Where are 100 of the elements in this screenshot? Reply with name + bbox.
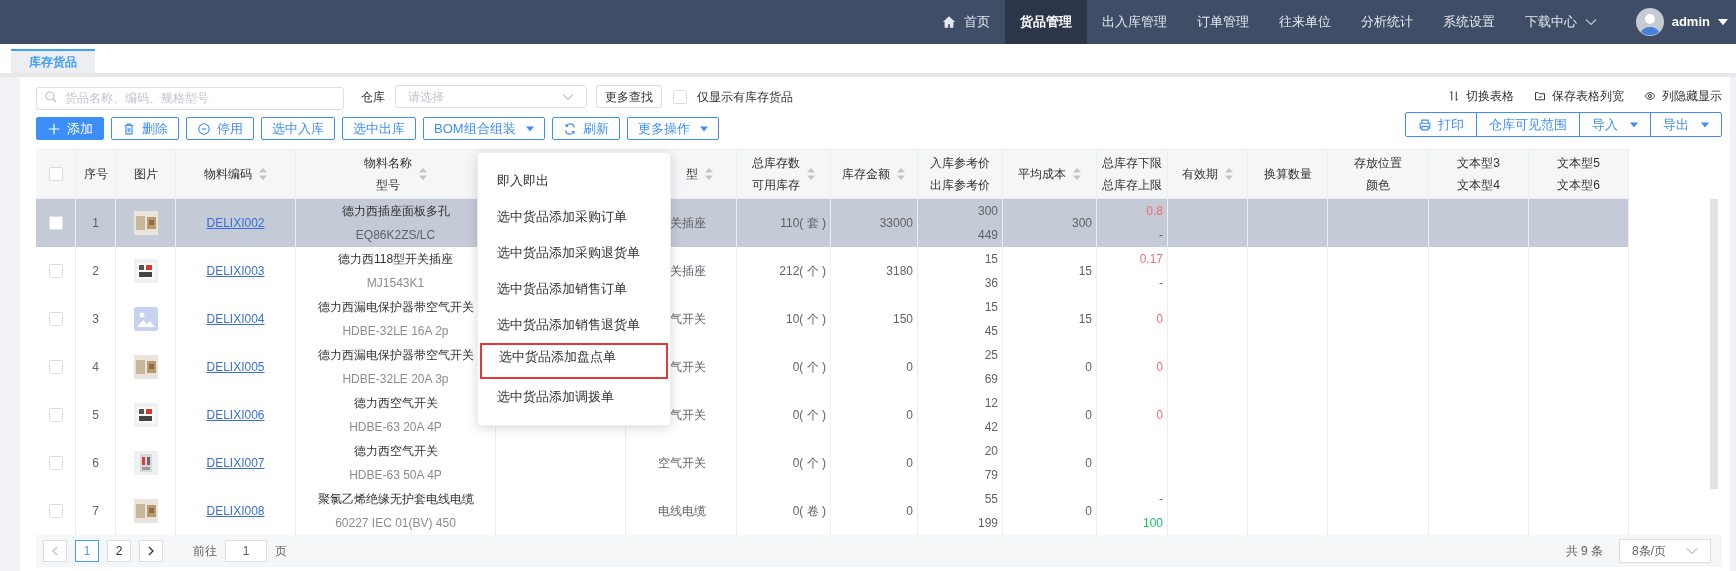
nav-item[interactable]: 出入库管理 bbox=[1086, 0, 1182, 44]
outbound-price: 449 bbox=[977, 227, 998, 244]
model-number: HDBE-32LE 20A 3p bbox=[342, 371, 449, 388]
toolbar-button[interactable]: 更多操作 bbox=[626, 117, 719, 140]
search-icon bbox=[45, 91, 57, 103]
sort-icon bbox=[257, 167, 268, 181]
material-code-link[interactable]: DELIXI004 bbox=[206, 307, 265, 331]
stock-lower-limit: - bbox=[1159, 491, 1163, 508]
more-search-button[interactable]: 更多查找 bbox=[596, 85, 662, 108]
checkbox[interactable] bbox=[48, 456, 63, 470]
toolbar-button[interactable]: 删除 bbox=[111, 117, 179, 140]
checkbox[interactable] bbox=[673, 89, 687, 104]
type-text: 电线电缆 bbox=[658, 503, 706, 520]
caret-down-icon bbox=[1718, 18, 1728, 26]
column-header: 换算数量 bbox=[1263, 166, 1312, 183]
view-link[interactable]: 列隐藏显示 bbox=[1644, 87, 1722, 105]
stock-upper-limit: - bbox=[1159, 275, 1163, 292]
group-button[interactable]: 导入 bbox=[1579, 113, 1650, 136]
menu-item[interactable]: 选中货品添加销售退货单 bbox=[480, 307, 668, 343]
column-header: 型 bbox=[686, 166, 698, 183]
average-cost: 0 bbox=[1085, 455, 1092, 472]
type-text: 关插座 bbox=[670, 263, 706, 280]
sort-icon bbox=[896, 167, 906, 181]
stock-quantity: 0( 卷 ) bbox=[792, 503, 826, 520]
page-input[interactable]: 1 bbox=[225, 540, 267, 562]
avatar-icon[interactable] bbox=[1635, 8, 1664, 36]
checkbox[interactable] bbox=[48, 264, 63, 278]
inbound-price: 15 bbox=[984, 251, 998, 268]
menu-item[interactable]: 即入即出 bbox=[480, 163, 668, 199]
group-button[interactable]: 仓库可见范围 bbox=[1476, 113, 1579, 136]
group-button[interactable]: 导出 bbox=[1650, 113, 1721, 136]
material-code-link[interactable]: DELIXI008 bbox=[206, 499, 265, 523]
menu-item[interactable]: 选中货品添加采购订单 bbox=[480, 199, 668, 235]
menu-item[interactable]: 选中货品添加调拨单 bbox=[480, 379, 668, 415]
material-code-link[interactable]: DELIXI003 bbox=[206, 259, 265, 283]
page-size-select[interactable]: 8条/页 bbox=[1619, 539, 1711, 563]
chevron-right-icon bbox=[147, 546, 155, 556]
checkbox[interactable] bbox=[48, 167, 63, 181]
page-number[interactable]: 2 bbox=[107, 540, 131, 562]
stock-upper-limit: - bbox=[1159, 227, 1163, 244]
menu-item[interactable]: 选中货品添加盘点单 bbox=[480, 343, 668, 379]
model-number: MJ1543K1 bbox=[366, 275, 425, 292]
home-icon bbox=[941, 15, 956, 29]
stock-amount: 0 bbox=[906, 359, 913, 376]
material-code-link[interactable]: DELIXI007 bbox=[206, 451, 265, 475]
user-name[interactable]: admin bbox=[1671, 12, 1710, 32]
model-number: HDBE-32LE 16A 2p bbox=[342, 323, 449, 340]
toolbar-button[interactable]: BOM组合组装 bbox=[423, 117, 545, 140]
nav-item[interactable]: 往来单位 bbox=[1263, 0, 1346, 44]
view-link[interactable]: 保存表格列宽 bbox=[1534, 87, 1624, 105]
row-number: 2 bbox=[92, 263, 99, 280]
stock-quantity: 0( 个 ) bbox=[792, 407, 826, 424]
material-name: 聚氯乙烯绝缘无护套电线电缆 bbox=[317, 491, 474, 508]
menu-item[interactable]: 选中货品添加采购退货单 bbox=[480, 235, 668, 271]
toolbar-button[interactable]: 选中出库 bbox=[342, 117, 416, 140]
column-header: 有效期 bbox=[1181, 166, 1218, 183]
toolbar-button[interactable]: 选中入库 bbox=[261, 117, 335, 140]
outbound-price: 42 bbox=[984, 419, 998, 436]
caret-down-icon bbox=[1701, 121, 1709, 128]
checkbox[interactable] bbox=[48, 312, 63, 326]
nav-item[interactable]: 下载中心 bbox=[1509, 0, 1612, 44]
eye-icon bbox=[1644, 90, 1656, 102]
caret-down-icon bbox=[525, 125, 534, 132]
nav-item[interactable]: 货品管理 bbox=[1004, 0, 1087, 44]
column-header: 入库参考价 出库参考价 bbox=[930, 155, 990, 194]
stock-quantity: 0( 个 ) bbox=[792, 455, 826, 472]
sort-icon bbox=[805, 167, 816, 181]
nav-item[interactable]: 系统设置 bbox=[1427, 0, 1510, 44]
nav-item[interactable]: 订单管理 bbox=[1181, 0, 1264, 44]
toolbar-button[interactable]: 刷新 bbox=[551, 117, 620, 140]
material-name: 德力西空气开关 bbox=[353, 443, 438, 460]
stock-upper-limit: 100 bbox=[1142, 515, 1163, 532]
page-suffix: 页 bbox=[275, 543, 287, 560]
material-code-link[interactable]: DELIXI005 bbox=[206, 355, 265, 379]
stock-lower-limit: 0 bbox=[1156, 311, 1163, 328]
column-header: 文本型5 文本型6 bbox=[1557, 155, 1600, 194]
sort-icon bbox=[1223, 167, 1234, 181]
nav-item[interactable]: 分析统计 bbox=[1345, 0, 1428, 44]
column-header: 图片 bbox=[133, 166, 158, 183]
model-number: HDBE-63 50A 4P bbox=[349, 467, 442, 484]
material-code-link[interactable]: DELIXI006 bbox=[206, 403, 265, 427]
sort-icon bbox=[417, 167, 428, 181]
stock-amount: 33000 bbox=[879, 215, 913, 232]
checkbox[interactable] bbox=[48, 408, 63, 422]
material-name: 德力西漏电保护器带空气开关 bbox=[317, 299, 474, 316]
menu-item[interactable]: 选中货品添加销售订单 bbox=[480, 271, 668, 307]
stock-amount: 0 bbox=[906, 503, 913, 520]
checkbox[interactable] bbox=[48, 504, 63, 518]
checkbox[interactable] bbox=[48, 216, 63, 230]
type-text: 气开关 bbox=[670, 359, 706, 376]
stock-amount: 0 bbox=[906, 407, 913, 424]
group-button[interactable]: 打印 bbox=[1406, 113, 1476, 136]
nav-item[interactable]: 首页 bbox=[926, 0, 1005, 44]
outbound-price: 199 bbox=[977, 515, 998, 532]
toolbar-button[interactable]: 停用 bbox=[186, 117, 254, 140]
view-link[interactable]: 切换表格 bbox=[1448, 87, 1514, 105]
checkbox[interactable] bbox=[48, 360, 63, 374]
average-cost: 300 bbox=[1071, 215, 1092, 232]
scrollbar[interactable] bbox=[1710, 199, 1718, 489]
next-page-button[interactable] bbox=[139, 540, 163, 562]
